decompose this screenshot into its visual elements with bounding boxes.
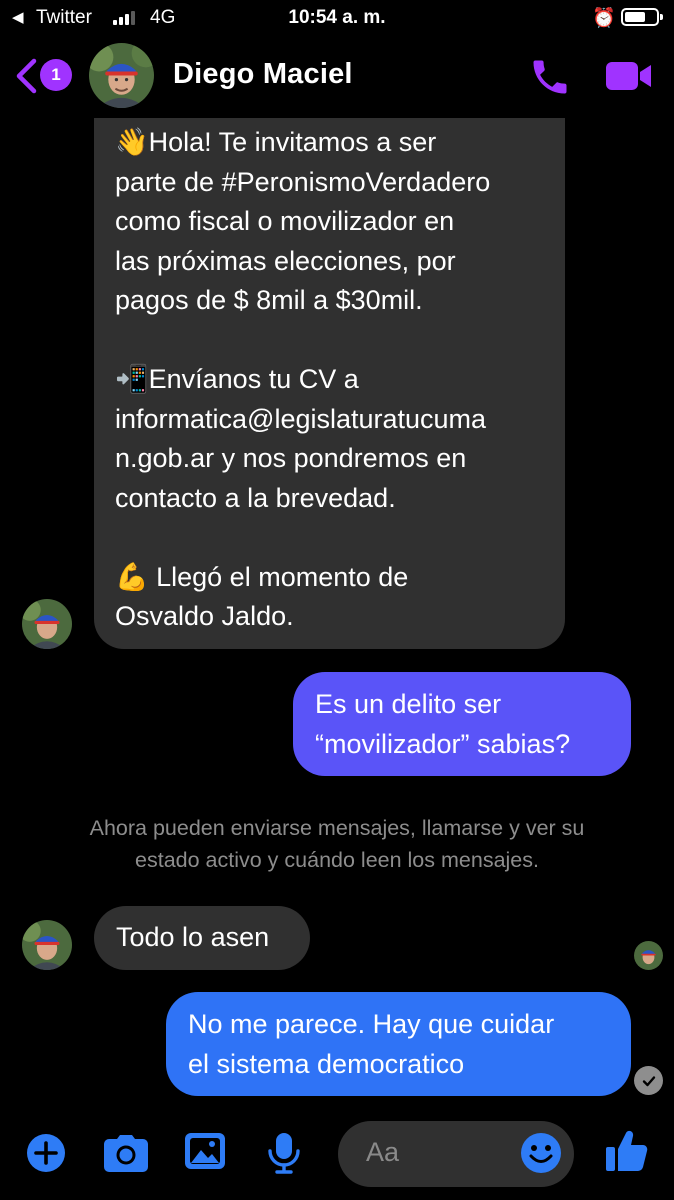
message-line [115, 518, 545, 558]
voice-call-button[interactable] [528, 55, 572, 104]
message-line: las próximas elecciones, por [115, 245, 456, 276]
message-line: 👋Hola! Te invitamos a ser [115, 127, 437, 157]
message-line: el sistema democratico [188, 1048, 465, 1079]
phone-icon [533, 60, 567, 94]
message-line [115, 321, 545, 361]
emoji-icon [521, 1133, 561, 1173]
sent-check-icon [634, 1066, 663, 1095]
message-line: No me parece. Hay que cuidar [188, 1009, 555, 1039]
gallery-button[interactable] [183, 1131, 227, 1176]
contact-name[interactable]: Diego Maciel [173, 58, 353, 91]
message-line: pagos de $ 8mil a $30mil. [115, 285, 423, 315]
thumbs-up-button[interactable] [604, 1128, 650, 1179]
unread-badge: 1 [40, 59, 72, 91]
message-line: “movilizador” sabias? [315, 728, 571, 759]
message-line: contacto a la brevedad. [115, 482, 396, 513]
outgoing-message[interactable]: No me parece. Hay que cuidar el sistema … [166, 992, 631, 1096]
sender-avatar[interactable] [22, 599, 72, 649]
message-line: parte de #PeronismoVerdadero [115, 166, 491, 197]
seen-indicator-avatar [634, 941, 663, 970]
message-line: Osvaldo Jaldo. [115, 601, 294, 631]
message-line: 📲Envíanos tu CV a [115, 364, 359, 394]
more-actions-button[interactable] [26, 1133, 66, 1178]
camera-button[interactable] [103, 1133, 149, 1178]
message-line: informatica@legislaturatucuma [115, 403, 487, 434]
sender-avatar[interactable] [22, 920, 72, 970]
emoji-button[interactable] [519, 1131, 563, 1180]
incoming-message[interactable]: 👋Hola! Te invitamos a ser parte de #Pero… [94, 118, 565, 649]
video-call-button[interactable] [604, 59, 654, 98]
system-notice-line: Ahora pueden enviarse mensajes, llamarse… [89, 816, 585, 840]
message-line: como fiscal o movilizador en [115, 206, 455, 236]
plus-icon [27, 1134, 65, 1172]
thumbs-up-icon [606, 1130, 648, 1171]
photo-icon [185, 1133, 225, 1169]
status-bar: ◀ Twitter 4G 10:54 a. m. ⏰ [0, 0, 674, 38]
back-chevron-icon [16, 58, 37, 94]
message-text: Todo lo asen [116, 922, 270, 952]
system-notice-line: estado activo y cuándo leen los mensajes… [135, 848, 539, 872]
voice-message-button[interactable] [266, 1131, 302, 1180]
battery-icon [621, 8, 663, 26]
message-line: Es un delito ser [315, 689, 502, 719]
system-notice: Ahora pueden enviarse mensajes, llamarse… [30, 812, 644, 876]
camera-icon [104, 1135, 148, 1172]
contact-avatar[interactable] [89, 43, 154, 108]
message-line: n.gob.ar y nos pondremos en [115, 443, 467, 473]
message-input-placeholder[interactable]: Aa [366, 1137, 399, 1168]
outgoing-message[interactable]: Es un delito ser “movilizador” sabias? [293, 672, 631, 776]
message-line: 💪 Llegó el momento de [115, 561, 409, 592]
microphone-icon [268, 1133, 300, 1174]
incoming-message[interactable]: Todo lo asen [94, 906, 310, 970]
clock: 10:54 a. m. [288, 7, 386, 28]
alarm-icon: ⏰ [592, 8, 616, 29]
video-camera-icon [606, 62, 651, 90]
